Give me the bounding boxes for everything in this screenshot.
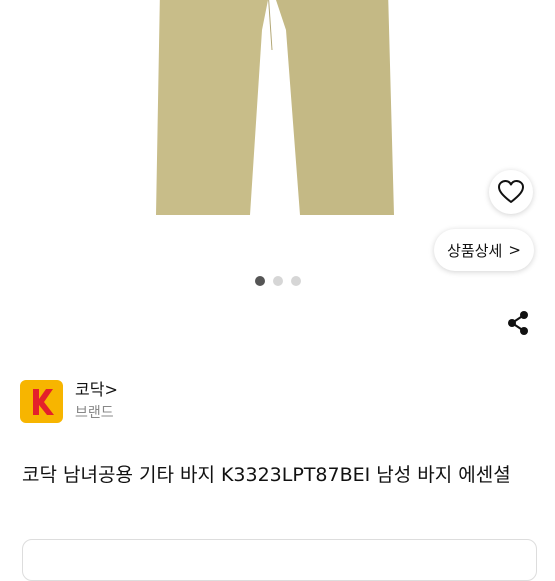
- share-icon[interactable]: [504, 309, 532, 337]
- chevron-right-icon: >: [508, 241, 521, 259]
- brand-row[interactable]: 코닥> 브랜드: [20, 380, 118, 423]
- pants-image: [156, 0, 394, 215]
- like-button[interactable]: [489, 170, 533, 214]
- product-title: 코닥 남녀공용 기타 바지 K3323LPT87BEI 남성 바지 에센셜: [22, 464, 511, 486]
- pants-left-leg: [156, 0, 268, 215]
- carousel-indicator: [0, 276, 555, 286]
- brand-name[interactable]: 코닥: [75, 380, 104, 399]
- product-detail-label: 상품상세: [447, 241, 503, 260]
- pants-seam: [268, 0, 273, 51]
- kodak-logo-icon: [26, 384, 57, 419]
- bottom-card[interactable]: [22, 539, 537, 581]
- brand-logo: [20, 380, 63, 423]
- product-detail-button[interactable]: 상품상세 >: [434, 229, 534, 271]
- carousel-dot-1[interactable]: [254, 276, 265, 286]
- carousel-dot-3[interactable]: [290, 276, 301, 286]
- chevron-right-icon: >: [104, 380, 118, 399]
- heart-icon: [498, 180, 524, 203]
- pants-right-leg: [276, 0, 394, 215]
- brand-label: 브랜드: [75, 405, 114, 421]
- carousel-dot-2[interactable]: [272, 276, 283, 286]
